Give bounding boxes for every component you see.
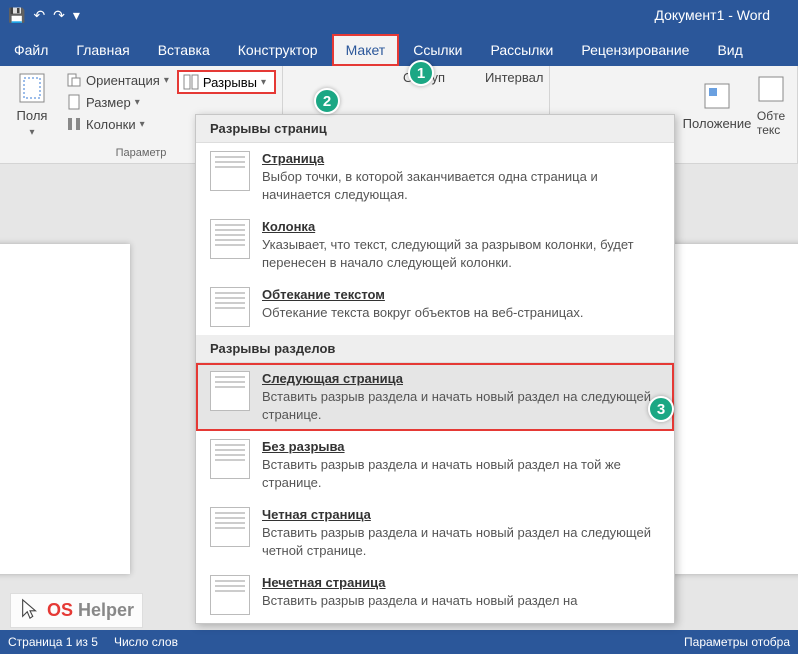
size-icon — [66, 94, 82, 110]
break-option-even-page[interactable]: Четная страница Вставить разрыв раздела … — [196, 499, 674, 567]
status-bar: Страница 1 из 5 Число слов Параметры ото… — [0, 630, 798, 654]
orientation-icon — [66, 72, 82, 88]
textwrap-break-icon — [210, 287, 250, 327]
tab-insert[interactable]: Вставка — [144, 34, 224, 66]
break-option-textwrap[interactable]: Обтекание текстом Обтекание текста вокру… — [196, 279, 674, 335]
tab-view[interactable]: Вид — [703, 34, 756, 66]
callout-badge-2: 2 — [314, 88, 340, 114]
columns-button[interactable]: Колонки▾ — [62, 114, 173, 134]
continuous-break-icon — [210, 439, 250, 479]
wrap-icon — [755, 73, 787, 105]
status-display-options[interactable]: Параметры отобра — [684, 635, 790, 649]
save-icon[interactable]: 💾 — [8, 7, 25, 24]
watermark: OS Helper — [10, 593, 143, 628]
oddpage-break-icon — [210, 575, 250, 615]
tab-references[interactable]: Ссылки — [399, 34, 476, 66]
margins-button[interactable]: Поля ▾ — [6, 70, 58, 140]
tab-design[interactable]: Конструктор — [224, 34, 332, 66]
quick-access-toolbar: 💾 ↶ ↷ ▾ — [8, 7, 80, 24]
section-header-section-breaks: Разрывы разделов — [196, 335, 674, 363]
breaks-button[interactable]: Разрывы▾ — [177, 70, 276, 94]
breaks-dropdown: Разрывы страниц Страница Выбор точки, в … — [195, 114, 675, 624]
spacing-label: Интервал — [485, 70, 543, 85]
redo-icon[interactable]: ↷ — [53, 7, 65, 24]
evenpage-break-icon — [210, 507, 250, 547]
wrap-button[interactable]: Обте текс — [751, 70, 791, 140]
cursor-icon — [19, 598, 41, 623]
columns-icon — [66, 116, 82, 132]
tab-review[interactable]: Рецензирование — [567, 34, 703, 66]
position-button[interactable]: Положение — [691, 70, 743, 140]
document-title: Документ1 - Word — [654, 7, 790, 23]
tab-layout[interactable]: Макет — [332, 34, 400, 66]
break-option-column[interactable]: Колонка Указывает, что текст, следующий … — [196, 211, 674, 279]
section-header-page-breaks: Разрывы страниц — [196, 115, 674, 143]
size-button[interactable]: Размер▾ — [62, 92, 173, 112]
break-option-continuous[interactable]: Без разрыва Вставить разрыв раздела и на… — [196, 431, 674, 499]
undo-icon[interactable]: ↶ — [33, 7, 45, 24]
column-break-icon — [210, 219, 250, 259]
qat-more-icon[interactable]: ▾ — [73, 7, 80, 24]
tab-home[interactable]: Главная — [62, 34, 143, 66]
callout-badge-1: 1 — [408, 60, 434, 86]
status-page[interactable]: Страница 1 из 5 — [8, 635, 98, 649]
margins-icon — [16, 72, 48, 104]
nextpage-break-icon — [210, 371, 250, 411]
tab-mailings[interactable]: Рассылки — [477, 34, 568, 66]
break-option-next-page[interactable]: Следующая страница Вставить разрыв разде… — [196, 363, 674, 431]
break-option-odd-page[interactable]: Нечетная страница Вставить разрыв раздел… — [196, 567, 674, 623]
status-words[interactable]: Число слов — [114, 635, 178, 649]
callout-badge-3: 3 — [648, 396, 674, 422]
position-icon — [701, 80, 733, 112]
page-break-icon — [210, 151, 250, 191]
title-bar: 💾 ↶ ↷ ▾ Документ1 - Word — [0, 0, 798, 30]
break-option-page[interactable]: Страница Выбор точки, в которой заканчив… — [196, 143, 674, 211]
breaks-icon — [183, 74, 199, 90]
orientation-button[interactable]: Ориентация▾ — [62, 70, 173, 90]
ribbon-tabs: Файл Главная Вставка Конструктор Макет С… — [0, 30, 798, 66]
tab-file[interactable]: Файл — [0, 34, 62, 66]
